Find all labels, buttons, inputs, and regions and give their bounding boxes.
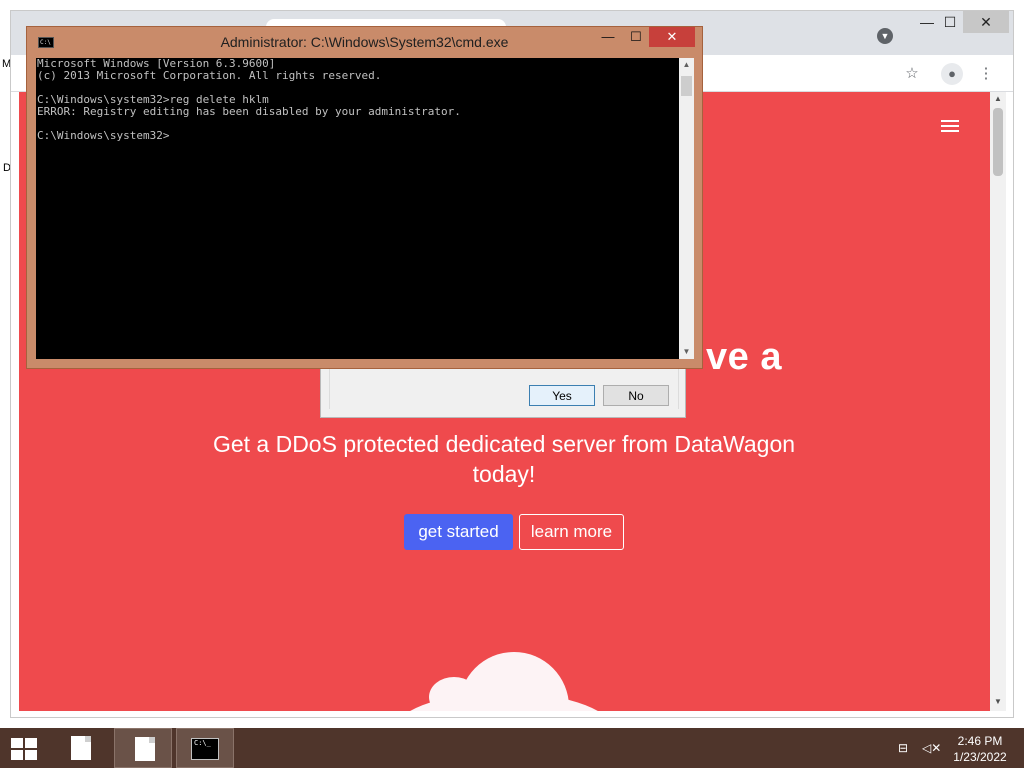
cmd-console[interactable]: Microsoft Windows [Version 6.3.9600] (c)… (36, 58, 679, 359)
cmd-title-bar[interactable]: C:\ Administrator: C:\Windows\System32\c… (27, 27, 702, 57)
clock-time: 2:46 PM (957, 734, 1003, 748)
yes-button[interactable]: Yes (529, 385, 595, 406)
browser-close-button[interactable]: ✕ (963, 11, 1009, 33)
taskbar: C:\_ ⊟ ◁✕ 2:46 PM 1/23/2022 (0, 728, 1024, 768)
scroll-thumb[interactable] (993, 108, 1003, 176)
hero-heading-fragment: ve a (706, 336, 782, 378)
taskbar-document[interactable] (114, 728, 172, 768)
get-started-button[interactable]: get started (404, 514, 513, 550)
star-icon[interactable]: ☆ (901, 63, 923, 85)
windows-logo-icon (11, 738, 37, 760)
volume-muted-icon[interactable]: ◁✕ (922, 741, 941, 755)
cloud-illustration-base (389, 692, 619, 711)
clock[interactable]: 2:46 PM 1/23/2022 (944, 733, 1016, 765)
hero-subtitle: Get a DDoS protected dedicated server fr… (212, 431, 796, 487)
clock-date: 1/23/2022 (953, 750, 1007, 764)
taskbar-file-explorer[interactable] (51, 728, 109, 768)
console-line: (c) 2013 Microsoft Corporation. All righ… (37, 69, 382, 82)
cmd-window: C:\ Administrator: C:\Windows\System32\c… (26, 26, 703, 369)
page-scrollbar[interactable]: ▲ ▼ (990, 92, 1006, 711)
console-line: ERROR: Registry editing has been disable… (37, 105, 461, 118)
cmd-minimize-button[interactable]: — (593, 27, 623, 47)
cmd-scrollbar[interactable]: ▲ ▼ (679, 58, 694, 359)
scroll-down-arrow-icon[interactable]: ▼ (679, 345, 694, 359)
scroll-up-arrow-icon[interactable]: ▲ (990, 92, 1006, 106)
network-icon[interactable]: ⊟ (898, 741, 914, 755)
profile-icon[interactable]: ● (941, 63, 963, 85)
scroll-up-arrow-icon[interactable]: ▲ (679, 58, 694, 72)
learn-more-button[interactable]: learn more (519, 514, 624, 550)
scroll-down-arrow-icon[interactable]: ▼ (990, 695, 1006, 709)
no-button[interactable]: No (603, 385, 669, 406)
cmd-scroll-thumb[interactable] (681, 76, 692, 96)
start-button[interactable] (0, 728, 48, 768)
cmd-taskbar-icon: C:\_ (191, 738, 219, 760)
hamburger-menu-icon[interactable] (941, 120, 959, 134)
cmd-maximize-button[interactable]: ☐ (621, 27, 651, 47)
file-icon (135, 737, 155, 761)
file-icon (71, 736, 91, 760)
tab-search-icon[interactable]: ▼ (877, 28, 893, 44)
cmd-close-button[interactable]: ✕ (649, 27, 695, 47)
taskbar-cmd[interactable]: C:\_ (176, 728, 234, 768)
menu-icon[interactable]: ⋮ (975, 63, 997, 85)
dialog-body: Yes No (329, 367, 679, 409)
console-prompt: C:\Windows\system32> (37, 129, 170, 142)
